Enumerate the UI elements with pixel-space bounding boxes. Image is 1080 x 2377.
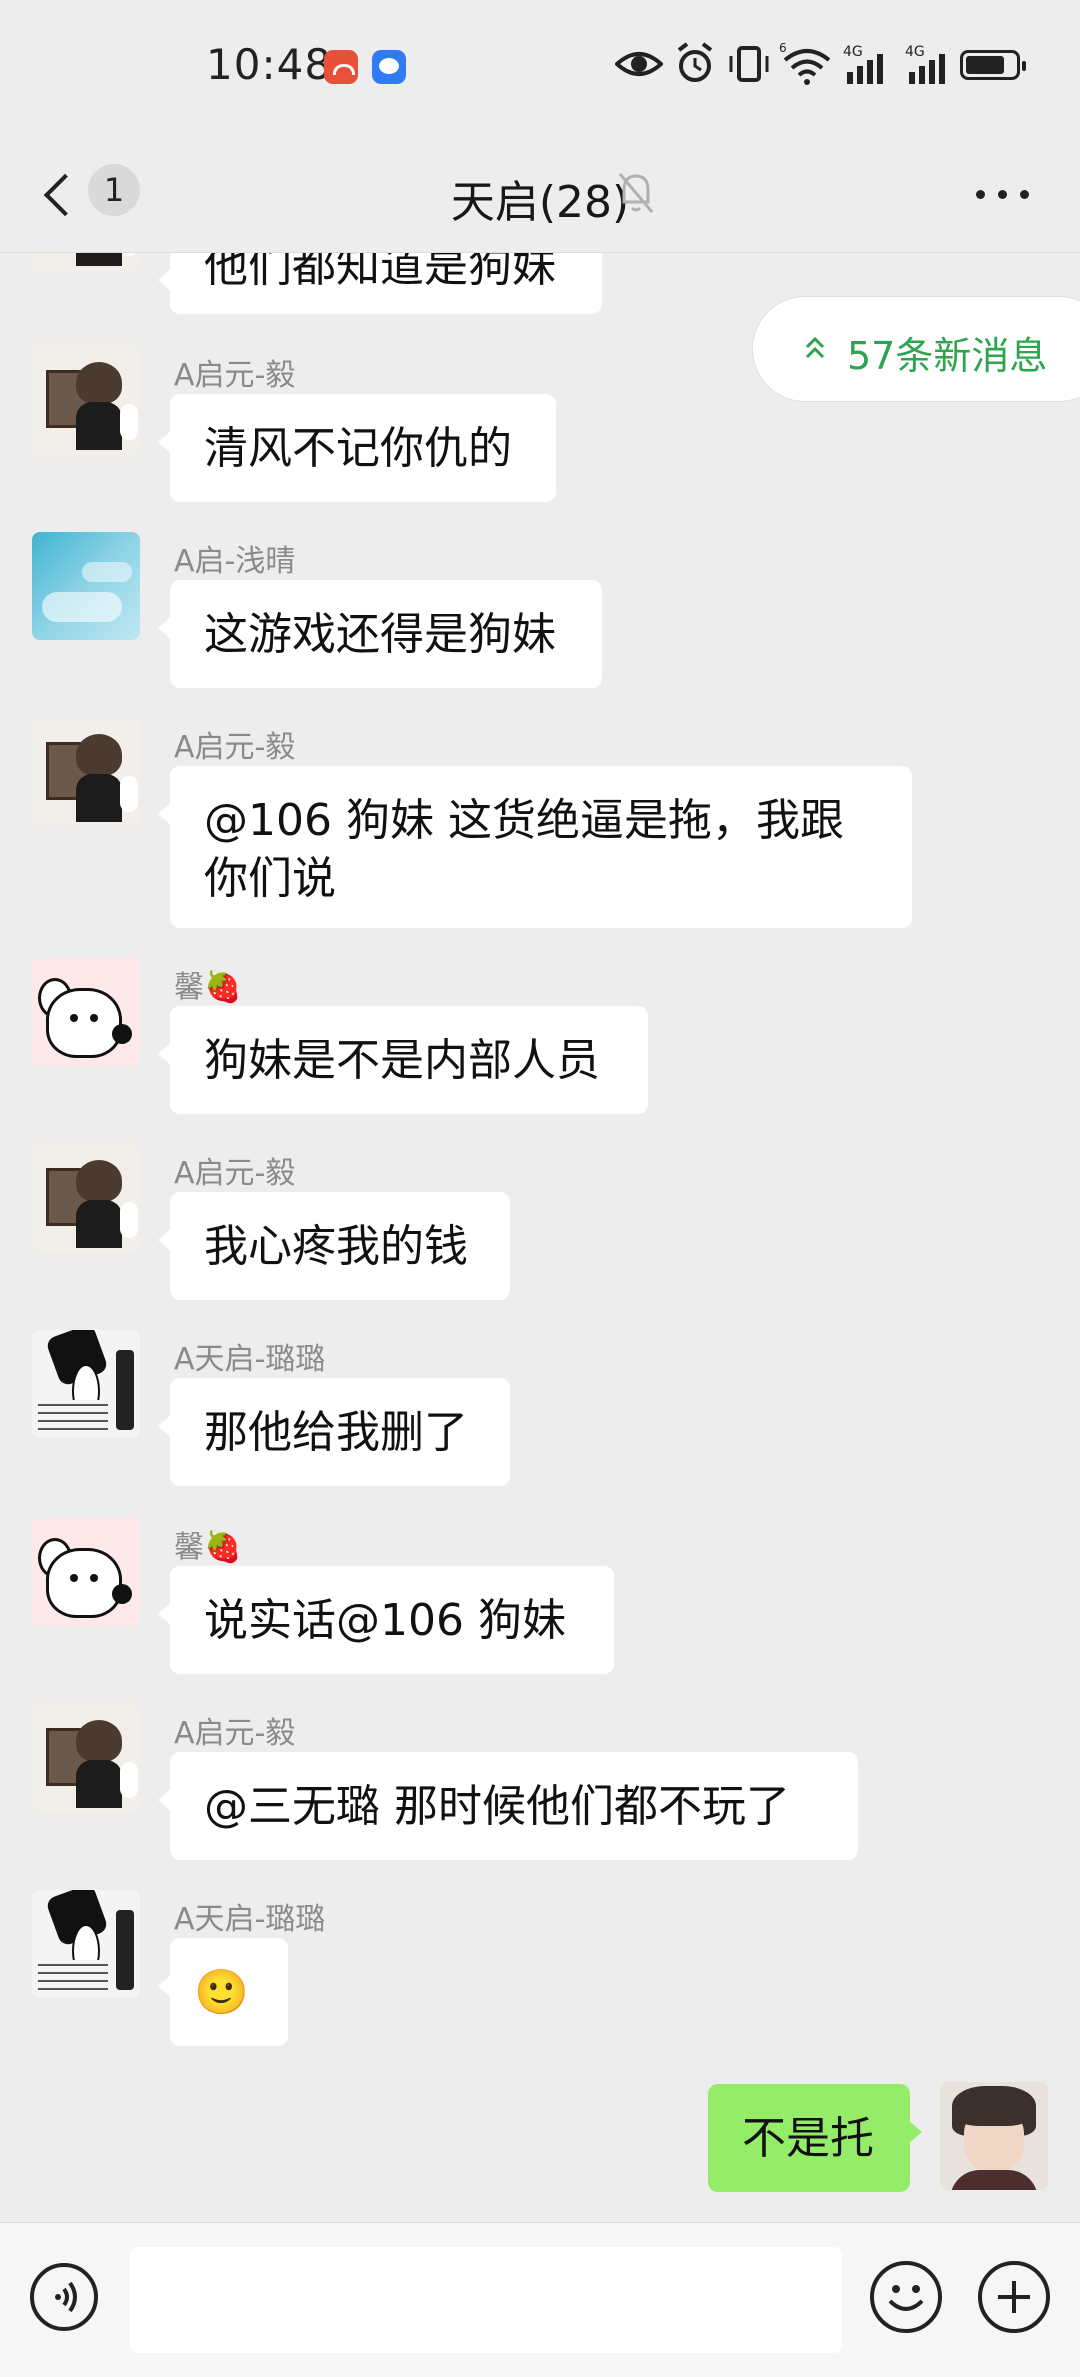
alarm-icon (677, 42, 713, 82)
message-bubble-outgoing[interactable]: 不是托 (708, 2084, 922, 2192)
status-time: 10:48 (206, 40, 333, 89)
sender-name: A天启-璐璐 (174, 1902, 326, 1937)
message-bubble[interactable]: @106 狗妹 这货绝逼是拖，我跟你们说 (158, 766, 912, 928)
boy-avatar[interactable] (32, 252, 140, 270)
eye-icon (615, 52, 663, 76)
message-input[interactable] (130, 2247, 842, 2353)
message-bubble[interactable]: @三无璐 那时候他们都不玩了 (158, 1752, 858, 1860)
message-bubble[interactable]: 🙂 (158, 1938, 288, 2046)
vibrate-icon (729, 46, 769, 82)
network-label-1: 4G (843, 44, 863, 60)
dog-avatar[interactable] (32, 1518, 140, 1626)
sender-name: 馨🍓 (174, 1530, 242, 1565)
sender-name: A启元-毅 (174, 730, 296, 765)
boy-avatar[interactable] (32, 718, 140, 826)
signal-4g-icon: 4G (843, 44, 883, 84)
sender-name: A启-浅晴 (174, 544, 296, 579)
sender-name: A启元-毅 (174, 358, 296, 393)
network-label-2: 4G (905, 44, 925, 60)
dog-avatar[interactable] (32, 958, 140, 1066)
input-bar (0, 2222, 1080, 2377)
emoji-icon (888, 2285, 924, 2311)
wifi-icon: 6 (779, 42, 831, 85)
double-chevron-up-icon (805, 336, 825, 359)
message-bubble[interactable]: 清风不记你仇的 (158, 394, 556, 502)
self-avatar[interactable] (940, 2082, 1048, 2190)
sender-name: 馨🍓 (174, 970, 242, 1005)
message-list[interactable]: 他们都知道是狗妹 A启元-毅 清风不记你仇的 A启-浅晴 这游戏还得是狗妹 A启… (0, 252, 1080, 2222)
sender-name: A天启-璐璐 (174, 1342, 326, 1377)
emoji-button[interactable] (870, 2261, 942, 2333)
plus-button[interactable] (978, 2261, 1050, 2333)
boy-avatar[interactable] (32, 1704, 140, 1812)
new-messages-label: 57条新消息 (847, 334, 1048, 378)
manga-avatar[interactable] (32, 1890, 140, 1998)
boy-avatar[interactable] (32, 1144, 140, 1252)
signal-4g-icon: 4G (905, 44, 945, 84)
message-bubble[interactable]: 他们都知道是狗妹 (158, 252, 602, 314)
new-messages-pill[interactable]: 57条新消息 (752, 296, 1080, 402)
message-bubble[interactable]: 那他给我删了 (158, 1378, 510, 1486)
voice-button[interactable] (30, 2263, 98, 2331)
message-bubble[interactable]: 这游戏还得是狗妹 (158, 580, 602, 688)
battery-icon (960, 50, 1026, 80)
mute-bell-icon (618, 173, 654, 213)
message-bubble[interactable]: 我心疼我的钱 (158, 1192, 510, 1300)
manga-avatar[interactable] (32, 1330, 140, 1438)
app-notification-icon (324, 50, 358, 84)
sender-name: A启元-毅 (174, 1156, 296, 1191)
sender-name: A启元-毅 (174, 1716, 296, 1751)
message-notification-icon (372, 50, 406, 84)
more-options-button[interactable] (976, 184, 1032, 204)
chat-title: 天启(28) (450, 177, 630, 228)
voice-icon (55, 2281, 77, 2313)
message-bubble[interactable]: 狗妹是不是内部人员 (158, 1006, 648, 1114)
boy-avatar[interactable] (32, 346, 140, 454)
chat-header: 1 天启(28) (0, 140, 1080, 253)
status-bar: 10:48 6 4G 4G (0, 0, 1080, 140)
message-bubble[interactable]: 说实话@106 狗妹 (158, 1566, 614, 1674)
wifi-label: 6 (779, 42, 787, 55)
sky-avatar[interactable] (32, 532, 140, 640)
